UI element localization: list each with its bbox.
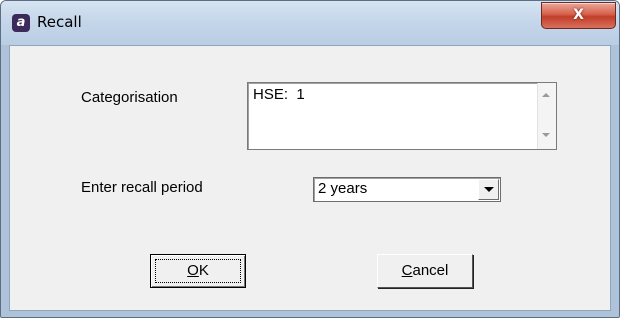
- cancel-button[interactable]: Cancel: [377, 254, 473, 288]
- categorisation-scrollbar[interactable]: [537, 83, 556, 149]
- close-icon: X: [573, 7, 584, 23]
- recall-period-label: Enter recall period: [81, 179, 203, 196]
- scroll-down-arrow-icon[interactable]: [542, 133, 550, 137]
- recall-period-select[interactable]: 2 years: [313, 177, 501, 202]
- app-a-icon: a: [12, 14, 30, 32]
- close-button[interactable]: X: [541, 2, 616, 29]
- cancel-button-label: Cancel: [401, 262, 449, 279]
- dialog-body: Categorisation HSE: 1 Enter recall perio…: [9, 45, 611, 311]
- recall-period-value: 2 years: [318, 180, 368, 197]
- chevron-down-icon: [484, 187, 494, 192]
- scroll-up-arrow-icon[interactable]: [542, 93, 550, 97]
- title-bar[interactable]: a Recall X: [1, 1, 619, 45]
- recall-dialog: a Recall X Categorisation HSE: 1 Enter r…: [0, 0, 620, 318]
- ok-button-label: OK: [187, 262, 209, 279]
- categorisation-text: HSE: 1: [253, 86, 305, 103]
- window-title: Recall: [37, 13, 82, 31]
- categorisation-textbox[interactable]: HSE: 1: [247, 82, 557, 150]
- categorisation-label: Categorisation: [81, 89, 178, 106]
- dropdown-button[interactable]: [478, 179, 499, 200]
- ok-button[interactable]: OK: [150, 254, 246, 288]
